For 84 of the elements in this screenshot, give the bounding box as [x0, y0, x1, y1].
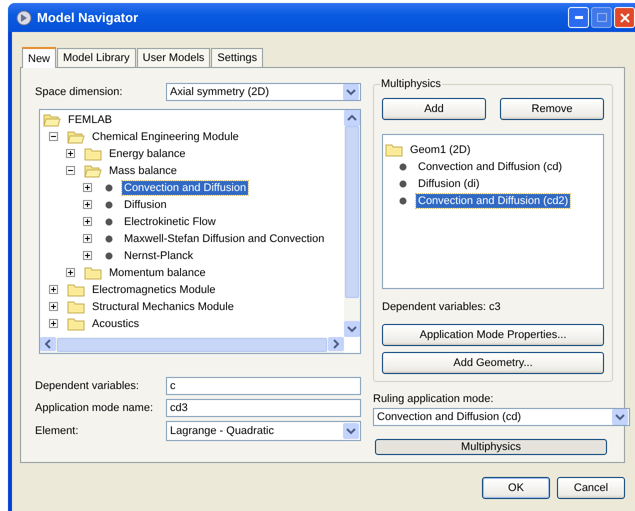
- bullet-icon: [105, 252, 113, 260]
- scroll-left-icon[interactable]: [40, 337, 56, 351]
- scroll-thumb[interactable]: [345, 126, 359, 298]
- tree-item[interactable]: FEMLAB: [66, 112, 114, 126]
- dialog-button[interactable]: OK: [482, 477, 550, 499]
- multiphysics-button[interactable]: Multiphysics: [375, 439, 607, 455]
- action-button[interactable]: Application Mode Properties...: [382, 324, 604, 346]
- expand-icon[interactable]: [83, 234, 92, 243]
- field-label: Space dimension:: [35, 86, 124, 98]
- expand-icon[interactable]: [83, 200, 92, 209]
- close-button[interactable]: [614, 7, 635, 28]
- window-title: Model Navigator: [37, 10, 138, 25]
- scroll-up-icon[interactable]: [344, 110, 360, 126]
- expand-icon[interactable]: [83, 183, 92, 192]
- folder-icon: [84, 146, 102, 160]
- folder-icon: [385, 142, 403, 156]
- tree-item[interactable]: Convection and Diffusion: [122, 180, 248, 194]
- tree-item[interactable]: Chemical Engineering Module: [90, 130, 241, 144]
- open-folder-icon: [67, 130, 85, 144]
- close-icon: [620, 12, 630, 22]
- tab[interactable]: Model Library: [57, 48, 136, 67]
- element-dropdown[interactable]: Lagrange - Quadratic: [166, 421, 361, 441]
- bullet-icon: [105, 200, 113, 208]
- tree-item[interactable]: Maxwell-Stefan Diffusion and Convection: [122, 232, 326, 246]
- expand-icon[interactable]: [49, 285, 58, 294]
- list-item[interactable]: Convection and Diffusion (cd2): [416, 194, 570, 208]
- input-field[interactable]: cd3: [166, 399, 361, 417]
- tree-item[interactable]: Electrokinetic Flow: [122, 214, 218, 228]
- scroll-thumb[interactable]: [57, 338, 327, 352]
- open-folder-icon: [84, 164, 102, 178]
- folder-icon: [67, 316, 85, 330]
- input-field[interactable]: c: [166, 377, 361, 395]
- folder-icon: [67, 282, 85, 296]
- collapse-icon[interactable]: [66, 166, 75, 175]
- dialog-button[interactable]: Cancel: [557, 477, 625, 499]
- dimension-dropdown[interactable]: Axial symmetry (2D): [166, 83, 361, 101]
- tree-item[interactable]: Electromagnetics Module: [90, 282, 218, 296]
- group-title: Multiphysics: [380, 78, 442, 90]
- list-item[interactable]: Geom1 (2D): [408, 142, 473, 156]
- expand-icon[interactable]: [83, 251, 92, 260]
- scroll-down-icon[interactable]: [344, 321, 360, 337]
- expand-icon[interactable]: [49, 319, 58, 328]
- bullet-icon: [105, 234, 113, 242]
- tree-item[interactable]: Momentum balance: [107, 266, 208, 280]
- list-item[interactable]: Diffusion (di): [416, 176, 482, 190]
- add-button[interactable]: Add: [382, 98, 486, 120]
- dependent-variables-text: Dependent variables: c3: [382, 301, 502, 313]
- field-label: Ruling application mode:: [373, 393, 494, 405]
- list-item[interactable]: Convection and Diffusion (cd): [416, 160, 564, 174]
- tab[interactable]: User Models: [136, 48, 210, 67]
- expand-icon[interactable]: [66, 268, 75, 277]
- vertical-scrollbar[interactable]: [344, 110, 360, 337]
- open-folder-icon: [43, 112, 61, 126]
- expand-icon[interactable]: [49, 302, 58, 311]
- tree-item[interactable]: Acoustics: [90, 316, 142, 330]
- bullet-icon: [399, 196, 407, 204]
- expand-icon[interactable]: [66, 149, 75, 158]
- tree-item[interactable]: Structural Mechanics Module: [90, 300, 236, 314]
- minimize-button[interactable]: [568, 7, 589, 28]
- field-label: Dependent variables:: [35, 380, 140, 392]
- folder-icon: [67, 300, 85, 314]
- maximize-icon: [596, 13, 606, 22]
- tree-item[interactable]: Energy balance: [107, 146, 188, 160]
- folder-icon: [84, 266, 102, 280]
- tree-item[interactable]: Nernst-Planck: [122, 248, 196, 262]
- horizontal-scrollbar[interactable]: [40, 337, 344, 353]
- bullet-icon: [399, 162, 407, 170]
- field-label: Application mode name:: [35, 402, 154, 414]
- ruling-mode-dropdown[interactable]: Convection and Diffusion (cd): [373, 408, 630, 426]
- scroll-right-icon[interactable]: [328, 337, 344, 351]
- remove-button[interactable]: Remove: [500, 98, 604, 120]
- tab[interactable]: New: [22, 47, 56, 68]
- minimize-icon: [574, 16, 582, 19]
- expand-icon[interactable]: [83, 217, 92, 226]
- bullet-icon: [105, 218, 113, 226]
- collapse-icon[interactable]: [49, 132, 58, 141]
- bullet-icon: [105, 184, 113, 192]
- app-icon: [16, 10, 32, 26]
- tree-item[interactable]: Mass balance: [107, 164, 179, 178]
- field-label: Element:: [35, 425, 80, 437]
- tree-item[interactable]: Diffusion: [122, 198, 169, 212]
- bullet-icon: [399, 180, 407, 188]
- action-button[interactable]: Add Geometry...: [382, 352, 604, 374]
- tab[interactable]: Settings: [211, 48, 264, 67]
